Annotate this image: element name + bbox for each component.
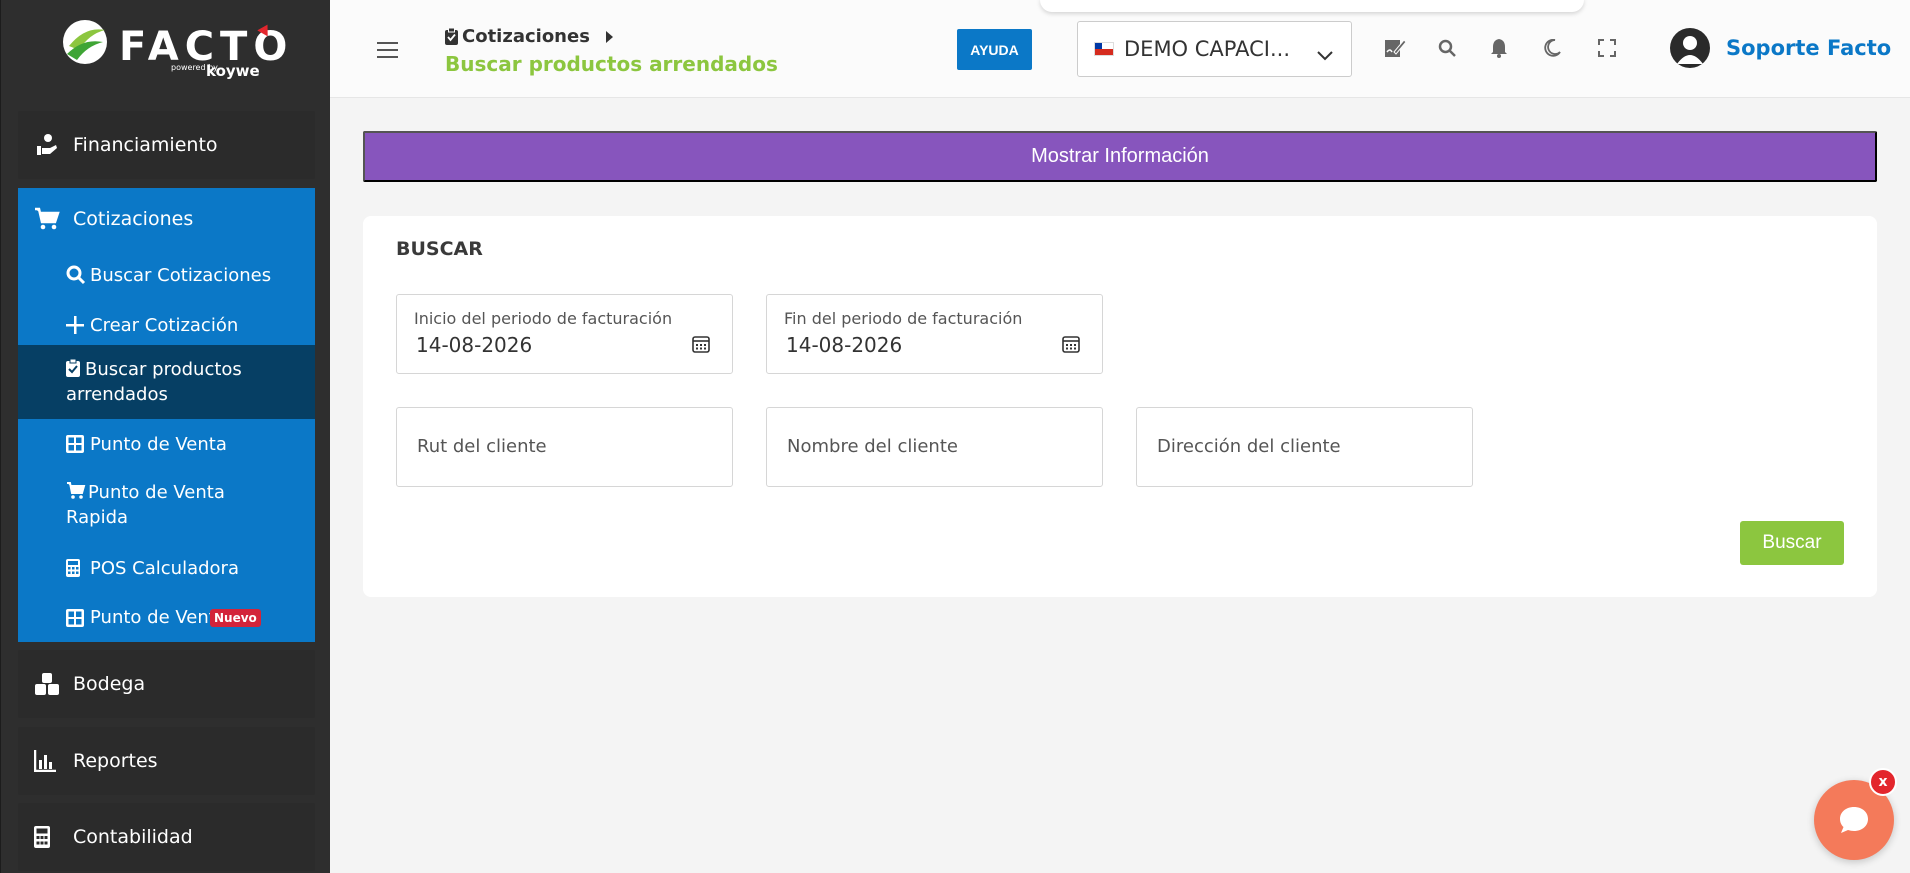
- chat-bubble-icon: [1840, 807, 1868, 833]
- sidebar-item-financiamiento[interactable]: Financiamiento: [18, 111, 315, 179]
- search-icon: [66, 265, 86, 285]
- menu-toggle-icon[interactable]: [377, 42, 398, 63]
- breadcrumb[interactable]: Cotizaciones: [445, 26, 613, 47]
- section-title: BUSCAR: [396, 238, 483, 260]
- grid-icon: [66, 435, 86, 453]
- help-button[interactable]: AYUDA: [957, 29, 1032, 70]
- logo-koywe: koywe: [206, 62, 260, 80]
- sidebar-subitem-crear-cotizacion[interactable]: Crear Cotización: [18, 300, 315, 350]
- logo[interactable]: FACTO powered by koywe: [1, 0, 330, 100]
- sidebar-subitem-buscar-productos-arrendados[interactable]: Buscar productos arrendados: [18, 345, 315, 419]
- sidebar-subitem-label: Punto de Venta Rapida: [66, 482, 225, 528]
- sidebar-item-label: Bodega: [73, 673, 146, 695]
- bar-chart-icon: [34, 750, 70, 772]
- sidebar-subitem-label: Punto de Venta: [90, 433, 227, 455]
- sidebar-item-label: Contabilidad: [73, 826, 193, 848]
- search-card: BUSCAR Inicio del periodo de facturación…: [363, 216, 1877, 597]
- calendar-icon[interactable]: [1062, 335, 1080, 357]
- sidebar-subitem-label: Punto de Venta: [90, 607, 216, 628]
- sidebar-item-label: Financiamiento: [73, 134, 218, 156]
- chevron-down-icon: [1317, 42, 1333, 66]
- client-address-placeholder: Dirección del cliente: [1157, 436, 1341, 457]
- boxes-icon: [34, 672, 70, 696]
- sidebar: FACTO powered by koywe Financiamiento Co…: [0, 0, 330, 873]
- facto-logo-icon: [63, 20, 107, 64]
- caret-right-icon: [605, 30, 613, 43]
- sidebar-subitem-punto-de-venta-rapida[interactable]: Punto de Venta Rapida: [18, 469, 315, 543]
- end-date-label: Fin del periodo de facturación: [784, 309, 1023, 328]
- sidebar-subitem-punto-de-venta-nuevo[interactable]: Punto de Venta Nuevo: [18, 593, 315, 642]
- company-name: DEMO CAPACI...: [1124, 37, 1290, 61]
- sidebar-item-cotizaciones[interactable]: Cotizaciones: [18, 188, 315, 250]
- chat-close-button[interactable]: x: [1869, 768, 1897, 796]
- sidebar-item-bodega[interactable]: Bodega: [18, 650, 315, 718]
- sidebar-subitem-label: Crear Cotización: [90, 314, 239, 336]
- client-address-input[interactable]: Dirección del cliente: [1136, 407, 1473, 487]
- page-title: Buscar productos arrendados: [445, 52, 778, 76]
- calculator-icon: [66, 559, 86, 577]
- sidebar-item-label: Reportes: [73, 750, 158, 772]
- signature-icon[interactable]: [1383, 36, 1407, 60]
- chile-flag-icon: [1094, 42, 1114, 56]
- calculator-icon: [34, 826, 70, 848]
- company-select[interactable]: DEMO CAPACI...: [1077, 21, 1352, 77]
- sidebar-subitem-punto-de-venta[interactable]: Punto de Venta: [18, 419, 315, 469]
- user-avatar[interactable]: [1670, 28, 1710, 68]
- grid-icon: [66, 608, 86, 627]
- sidebar-item-label: Cotizaciones: [73, 208, 194, 230]
- top-header: Cotizaciones Buscar productos arrendados…: [330, 0, 1910, 98]
- moon-icon[interactable]: [1540, 36, 1564, 60]
- clipboard-check-icon: [445, 28, 458, 45]
- sidebar-subitem-label: Buscar Cotizaciones: [90, 264, 272, 286]
- hand-dollar-icon: [34, 132, 70, 158]
- fullscreen-icon[interactable]: [1595, 36, 1619, 60]
- plus-icon: [66, 316, 86, 334]
- dropdown-popup-edge: [1040, 0, 1584, 12]
- new-badge: Nuevo: [210, 608, 261, 627]
- sidebar-subitem-buscar-cotizaciones[interactable]: Buscar Cotizaciones: [18, 250, 315, 300]
- calendar-icon[interactable]: [692, 335, 710, 357]
- start-date-value: 14-08-2026: [416, 333, 533, 357]
- sidebar-subitem-label: POS Calculadora: [90, 557, 239, 579]
- sidebar-subitem-label: Buscar productos arrendados: [66, 359, 242, 405]
- end-date-field[interactable]: Fin del periodo de facturación 14-08-202…: [766, 294, 1103, 374]
- sidebar-group-cotizaciones: Cotizaciones Buscar Cotizaciones Crear C…: [18, 188, 315, 642]
- cart-fast-icon: [66, 482, 86, 500]
- bell-icon[interactable]: [1487, 36, 1511, 60]
- search-icon[interactable]: [1435, 36, 1459, 60]
- search-button[interactable]: Buscar: [1740, 521, 1844, 565]
- breadcrumb-label: Cotizaciones: [462, 26, 590, 47]
- cart-icon: [34, 207, 70, 231]
- sidebar-subitem-pos-calculadora[interactable]: POS Calculadora: [18, 543, 315, 593]
- sidebar-item-contabilidad[interactable]: Contabilidad: [18, 803, 315, 871]
- client-name-placeholder: Nombre del cliente: [787, 436, 958, 457]
- end-date-value: 14-08-2026: [786, 333, 903, 357]
- client-name-input[interactable]: Nombre del cliente: [766, 407, 1103, 487]
- user-name[interactable]: Soporte Facto: [1726, 36, 1891, 60]
- client-rut-input[interactable]: Rut del cliente: [396, 407, 733, 487]
- clipboard-check-icon: [66, 359, 82, 377]
- sidebar-item-reportes[interactable]: Reportes: [18, 727, 315, 795]
- start-date-label: Inicio del periodo de facturación: [414, 309, 673, 328]
- client-rut-placeholder: Rut del cliente: [417, 436, 547, 457]
- show-info-button[interactable]: Mostrar Información: [363, 131, 1877, 182]
- start-date-field[interactable]: Inicio del periodo de facturación 14-08-…: [396, 294, 733, 374]
